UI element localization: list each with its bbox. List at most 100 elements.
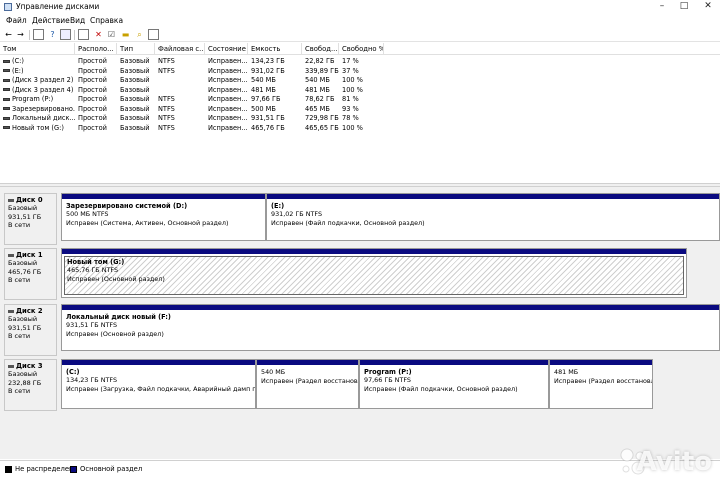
volume-name: (Диск 3 раздел 4) — [12, 85, 74, 94]
partition-body: 540 МБ Исправен (Раздел восстановле — [259, 367, 358, 406]
primary-partition-bar — [267, 194, 719, 199]
primary-partition-bar — [257, 360, 358, 365]
volume-status: Исправен... — [208, 57, 248, 65]
column-free-percent[interactable]: Свободно % — [339, 43, 384, 55]
title-bar: Управление дисками – □ ✕ — [0, 0, 720, 14]
volume-status: Исправен... — [208, 85, 248, 94]
column-status[interactable]: Состояние — [205, 43, 248, 55]
partition-status: Исправен (Раздел восстановле — [554, 377, 653, 385]
column-layout[interactable]: Располо... — [75, 43, 117, 55]
unallocated-swatch — [5, 466, 12, 473]
connect-icon[interactable] — [78, 29, 89, 40]
volume-free-space: 481 МБ — [305, 85, 330, 94]
open-folder-icon[interactable]: ▬ — [120, 29, 131, 40]
disk-type: Базовый — [8, 370, 38, 378]
disk-name: Диск 3 — [16, 362, 43, 370]
disk-type: Базовый — [8, 315, 38, 323]
delete-icon[interactable]: ✕ — [93, 29, 104, 40]
volume-row[interactable]: Зарезервировано... Простой Базовый NTFS Испр… — [0, 105, 720, 115]
volume-free-space: 465,65 ГБ — [305, 123, 339, 132]
disk-icon — [8, 309, 14, 313]
column-capacity[interactable]: Емкость — [248, 43, 302, 55]
column-free-space[interactable]: Свобод... — [302, 43, 339, 55]
disk-name: Диск 0 — [16, 196, 43, 204]
volume-status: Исправен... — [208, 66, 248, 75]
legend-unallocated: Не распределена — [15, 465, 78, 473]
partition-status: Исправен (Основной раздел) — [67, 275, 165, 283]
properties-icon[interactable] — [60, 29, 71, 40]
volume-row[interactable]: (C:) Простой Базовый NTFS Исправен... 134,23 … — [0, 57, 720, 67]
partition-e[interactable]: (E:) 931,02 ГБ NTFS Исправен (Файл подка… — [266, 193, 720, 241]
partition-reserved-d[interactable]: Зарезервировано системой (D:) 500 МБ NTF… — [61, 193, 266, 241]
disk-name: Диск 1 — [16, 251, 43, 259]
partition-status: Исправен (Загрузка, Файл подкачки, Авари… — [66, 385, 256, 393]
volume-name-cell: Program (P:) — [0, 95, 75, 105]
volume-status: Исправен... — [208, 76, 248, 84]
legend: Не распределена Основной раздел — [0, 460, 720, 487]
volume-type: Базовый — [120, 95, 150, 103]
volume-layout: Простой — [78, 114, 107, 122]
toolbar-separator — [29, 30, 30, 40]
volume-row[interactable]: (Диск 3 раздел 4) Простой Базовый Исправен.… — [0, 86, 720, 96]
partition-c[interactable]: (C:) 134,23 ГБ NTFS Исправен (Загрузка, … — [61, 359, 256, 409]
volume-row[interactable]: Локальный диск... Простой Базовый NTFS Испра… — [0, 114, 720, 124]
disk-name: Диск 2 — [16, 307, 43, 315]
legend-primary: Основной раздел — [80, 465, 143, 473]
menu-file[interactable]: Файл — [6, 16, 27, 25]
volume-row[interactable]: Program (P:) Простой Базовый NTFS Исправен..… — [0, 95, 720, 105]
column-filesystem[interactable]: Файловая с... — [155, 43, 205, 55]
disk-1-label[interactable]: Диск 1 Базовый 465,76 ГБ В сети — [4, 248, 57, 300]
partition-name: Локальный диск новый (F:) — [66, 313, 171, 321]
column-type[interactable]: Тип — [117, 43, 155, 55]
minimize-button[interactable]: – — [651, 0, 673, 14]
volume-row[interactable]: (E:) Простой Базовый NTFS Исправен... 931,02 … — [0, 67, 720, 77]
disk-size: 465,76 ГБ — [8, 267, 42, 276]
partition-g[interactable]: Новый том (G:) 465,76 ГБ NTFS Исправен (… — [61, 248, 687, 298]
disk-size: 232,88 ГБ — [8, 378, 42, 387]
partition-size: 465,76 ГБ NTFS — [67, 266, 119, 274]
volume-row[interactable]: Новый том (G:) Простой Базовый NTFS Исправен… — [0, 124, 720, 134]
partition-p[interactable]: Program (P:) 97,66 ГБ NTFS Исправен (Фай… — [359, 359, 549, 409]
check-icon[interactable]: ☑ — [106, 29, 117, 40]
volume-free-percent: 81 % — [342, 95, 359, 103]
partition-name: Program (P:) — [364, 368, 412, 376]
volume-list-header: Том Располо... Тип Файловая с... Состоян… — [0, 43, 720, 55]
volume-free-space: 729,98 ГБ — [305, 114, 339, 122]
maximize-button[interactable]: □ — [673, 0, 695, 14]
help-icon[interactable]: ? — [47, 29, 58, 40]
partition-body: 481 МБ Исправен (Раздел восстановле — [552, 367, 653, 406]
list-view-icon[interactable] — [33, 29, 44, 40]
partition-f[interactable]: Локальный диск новый (F:) 931,51 ГБ NTFS… — [61, 304, 720, 351]
menu-view[interactable]: Вид — [70, 16, 85, 25]
disk-type: Базовый — [8, 204, 38, 212]
disk-2-label[interactable]: Диск 2 Базовый 931,51 ГБ В сети — [4, 304, 57, 356]
partition-size: 500 МБ NTFS — [66, 210, 109, 218]
partition-disk3-recovery-2[interactable]: 540 МБ Исправен (Раздел восстановле — [256, 359, 359, 409]
menu-action[interactable]: Действие — [32, 16, 70, 25]
view-icon[interactable] — [148, 29, 159, 40]
close-button[interactable]: ✕ — [697, 0, 719, 14]
toolbar: ← → ? ✕ ☑ ▬ ⌕ — [0, 28, 720, 42]
forward-icon[interactable]: → — [15, 29, 26, 40]
search-folder-icon[interactable]: ⌕ — [134, 29, 145, 40]
menu-help[interactable]: Справка — [90, 16, 123, 25]
partition-disk3-recovery-4[interactable]: 481 МБ Исправен (Раздел восстановле — [549, 359, 653, 409]
disk-size: 931,51 ГБ — [8, 323, 42, 332]
disk-3-label[interactable]: Диск 3 Базовый 232,88 ГБ В сети — [4, 359, 57, 411]
disk-0-label[interactable]: Диск 0 Базовый 931,51 ГБ В сети — [4, 193, 57, 245]
column-volume[interactable]: Том — [0, 43, 75, 55]
volume-status: Исправен... — [208, 123, 248, 132]
volume-free-space: 22,82 ГБ — [305, 57, 335, 65]
volume-capacity: 465,76 ГБ — [251, 123, 285, 132]
volume-type: Базовый — [120, 66, 150, 75]
volume-free-percent: 93 % — [342, 104, 359, 113]
back-icon[interactable]: ← — [3, 29, 14, 40]
volume-filesystem: NTFS — [158, 123, 175, 132]
volume-row[interactable]: (Диск 3 раздел 2) Простой Базовый Исправен.… — [0, 76, 720, 86]
volume-name: Зарезервировано... — [12, 104, 75, 113]
volume-type: Базовый — [120, 114, 150, 122]
toolbar-separator — [74, 30, 75, 40]
volume-filesystem: NTFS — [158, 66, 175, 75]
disk-icon — [8, 253, 14, 257]
volume-capacity: 481 МБ — [251, 85, 276, 94]
